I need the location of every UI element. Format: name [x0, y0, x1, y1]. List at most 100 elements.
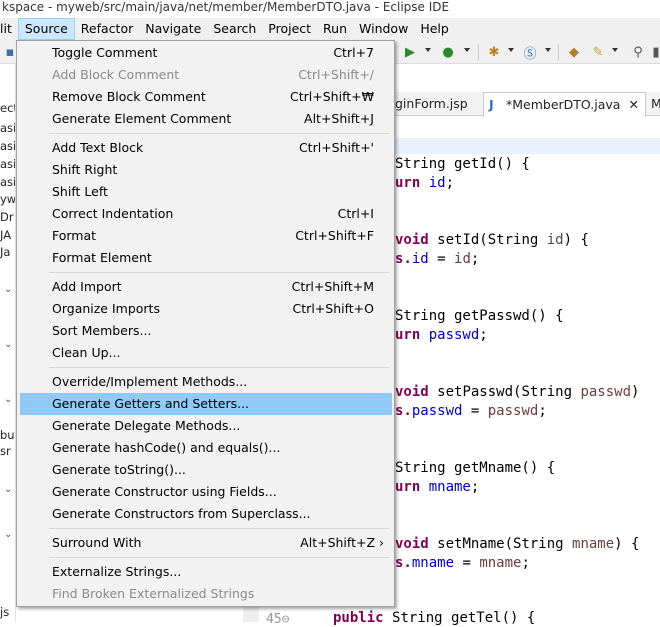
menu-item-correct-indentation[interactable]: Correct Indentation Ctrl+I [20, 203, 392, 225]
code-token: String getTel() { [392, 610, 536, 626]
menu-item-remove-block-comment[interactable]: Remove Block Comment Ctrl+Shift+₩ [20, 86, 392, 108]
menu-run[interactable]: Run [317, 18, 353, 40]
new-java-dropdown-icon[interactable] [545, 48, 551, 52]
menu-refactor[interactable]: Refactor [75, 18, 139, 40]
code-token: id [546, 232, 564, 248]
open-type-icon[interactable]: ◆ [566, 44, 582, 60]
code-token: void [395, 232, 438, 248]
new-class-icon[interactable]: ✱ [486, 44, 502, 60]
code-line[interactable]: s.passwd = passwd; [395, 403, 547, 419]
menu-item-generate-hashcode-and-equals[interactable]: Generate hashCode() and equals()... [20, 437, 392, 459]
code-line[interactable]: urn id; [395, 175, 454, 191]
tree-expand-icon[interactable]: ⌄ [4, 339, 12, 350]
menu-item-toggle-comment[interactable]: Toggle Comment Ctrl+7 [20, 42, 392, 64]
code-token: setMname(String [437, 536, 573, 552]
menu-item-override-implement-methods[interactable]: Override/Implement Methods... [20, 371, 392, 393]
code-token: s. [395, 251, 412, 267]
code-line[interactable]: urn mname; [395, 479, 479, 495]
open-task-icon[interactable]: ✎ [590, 44, 606, 60]
pin-icon[interactable]: ▮ [648, 44, 660, 60]
menu-help[interactable]: Help [414, 18, 455, 40]
new-class-dropdown-icon[interactable] [508, 48, 514, 52]
menu-item-generate-getters-and-setters[interactable]: Generate Getters and Setters... [20, 393, 392, 415]
code-line[interactable]: s.id = id; [395, 251, 479, 267]
editor-tab[interactable]: ginForm.jsp [395, 92, 468, 116]
code-line[interactable]: void setMname(String mname) { [395, 536, 639, 552]
menu-item-generate-tostring[interactable]: Generate toString()... [20, 459, 392, 481]
code-line[interactable]: String getMname() { [395, 460, 555, 476]
code-line[interactable]: void setPasswd(String passwd) [395, 384, 639, 400]
code-token: ) { [563, 232, 589, 248]
tree-item-fragment[interactable]: js [0, 605, 9, 619]
close-tab-icon[interactable]: ✕ [628, 97, 638, 112]
menu-item-label: Generate hashCode() and equals()... [52, 440, 281, 455]
menu-source[interactable]: Source [17, 18, 75, 40]
new-java-icon[interactable]: Ⓢ [522, 44, 538, 62]
perspective-icon[interactable]: ⚲ [630, 44, 646, 60]
menu-item-clean-up[interactable]: Clean Up... [20, 342, 392, 364]
tree-item-fragment[interactable]: Ja [0, 245, 10, 259]
tree-expand-icon[interactable]: ⌄ [4, 284, 12, 295]
code-token: passwd [580, 384, 632, 400]
open-task-dropdown-icon[interactable] [612, 48, 618, 52]
code-token: urn [395, 479, 429, 495]
code-token: id [411, 251, 429, 267]
menu-item-organize-imports[interactable]: Organize Imports Ctrl+Shift+O [20, 298, 392, 320]
tree-item-fragment[interactable]: ywe [0, 192, 15, 206]
editor-tab[interactable]: M [651, 92, 660, 116]
code-token: id [428, 175, 446, 191]
tree-item-fragment[interactable]: sr [0, 444, 11, 458]
run-icon[interactable]: ▶ [402, 44, 418, 60]
menu-item-format[interactable]: Format Ctrl+Shift+F [20, 225, 392, 247]
menu-item-format-element[interactable]: Format Element [20, 247, 392, 269]
menu-item-surround-with[interactable]: Surround With Alt+Shift+Z › [20, 532, 392, 554]
menu-item-externalize-strings[interactable]: Externalize Strings... [20, 561, 392, 583]
code-line[interactable]: s.mname = mname; [395, 555, 530, 571]
tree-item-fragment[interactable]: asic [0, 157, 15, 171]
menu-navigate[interactable]: Navigate [139, 18, 207, 40]
java-file-icon: J [489, 97, 494, 112]
code-line[interactable]: public String getTel() { [333, 610, 535, 626]
menu-search[interactable]: Search [207, 18, 262, 40]
menu-project[interactable]: Project [262, 18, 317, 40]
tree-item-fragment[interactable]: Dr [0, 210, 14, 224]
menu-item-generate-delegate-methods[interactable]: Generate Delegate Methods... [20, 415, 392, 437]
tree-item-fragment[interactable]: asic [0, 139, 15, 153]
menu-item-shortcut: Ctrl+Shift+F [295, 228, 374, 243]
editor-tab[interactable]: J *MemberDTO.java ✕ [483, 92, 646, 117]
menu-item-label: Shift Right [52, 162, 118, 177]
code-line[interactable]: String getId() { [395, 156, 530, 172]
menu-item-label: Generate Element Comment [52, 111, 232, 126]
tree-expand-icon[interactable]: ⌄ [4, 529, 12, 540]
menu-item-shift-left[interactable]: Shift Left [20, 181, 392, 203]
tree-item-fragment[interactable]: ect [0, 101, 15, 115]
menu-separator [49, 133, 389, 134]
menu-lit[interactable]: lit [0, 18, 18, 40]
code-token: mname [428, 479, 471, 495]
editor-tab-bar: ginForm.jsp J *MemberDTO.java ✕ M [395, 92, 660, 117]
menu-item-generate-element-comment[interactable]: Generate Element Comment Alt+Shift+J [20, 108, 392, 130]
menu-item-shift-right[interactable]: Shift Right [20, 159, 392, 181]
menu-item-generate-constructor-using-fields[interactable]: Generate Constructor using Fields... [20, 481, 392, 503]
code-line[interactable]: urn passwd; [395, 327, 488, 343]
code-line[interactable]: void setId(String id) { [395, 232, 589, 248]
menu-item-generate-constructors-from-superclass[interactable]: Generate Constructors from Superclass... [20, 503, 392, 525]
menu-item-add-text-block[interactable]: Add Text Block Ctrl+Shift+' [20, 137, 392, 159]
tree-item-fragment[interactable]: asic [0, 175, 15, 189]
code-token: mname [479, 555, 522, 571]
menu-item-sort-members[interactable]: Sort Members... [20, 320, 392, 342]
debug-icon[interactable]: ● [440, 44, 456, 60]
tree-item-fragment[interactable]: JA [0, 228, 11, 242]
run-dropdown-icon[interactable] [425, 48, 431, 52]
line-number: 45⊖ [266, 612, 290, 627]
package-explorer-panel: ect asic asic asic asic ywe Dr JA Ja bu sr js ⌄ ⌄ ⌄ ⌄ ⌄ [0, 64, 16, 622]
tree-item-fragment[interactable]: bu [0, 428, 15, 442]
menu-window[interactable]: Window [353, 18, 414, 40]
code-line[interactable]: String getPasswd() { [395, 308, 564, 324]
tree-item-fragment[interactable]: asic [0, 121, 15, 135]
debug-dropdown-icon[interactable] [464, 48, 470, 52]
menu-item-add-import[interactable]: Add Import Ctrl+Shift+M [20, 276, 392, 298]
tree-expand-icon[interactable]: ⌄ [4, 484, 12, 495]
menu-separator [49, 528, 389, 529]
tree-expand-icon[interactable]: ⌄ [4, 394, 12, 405]
